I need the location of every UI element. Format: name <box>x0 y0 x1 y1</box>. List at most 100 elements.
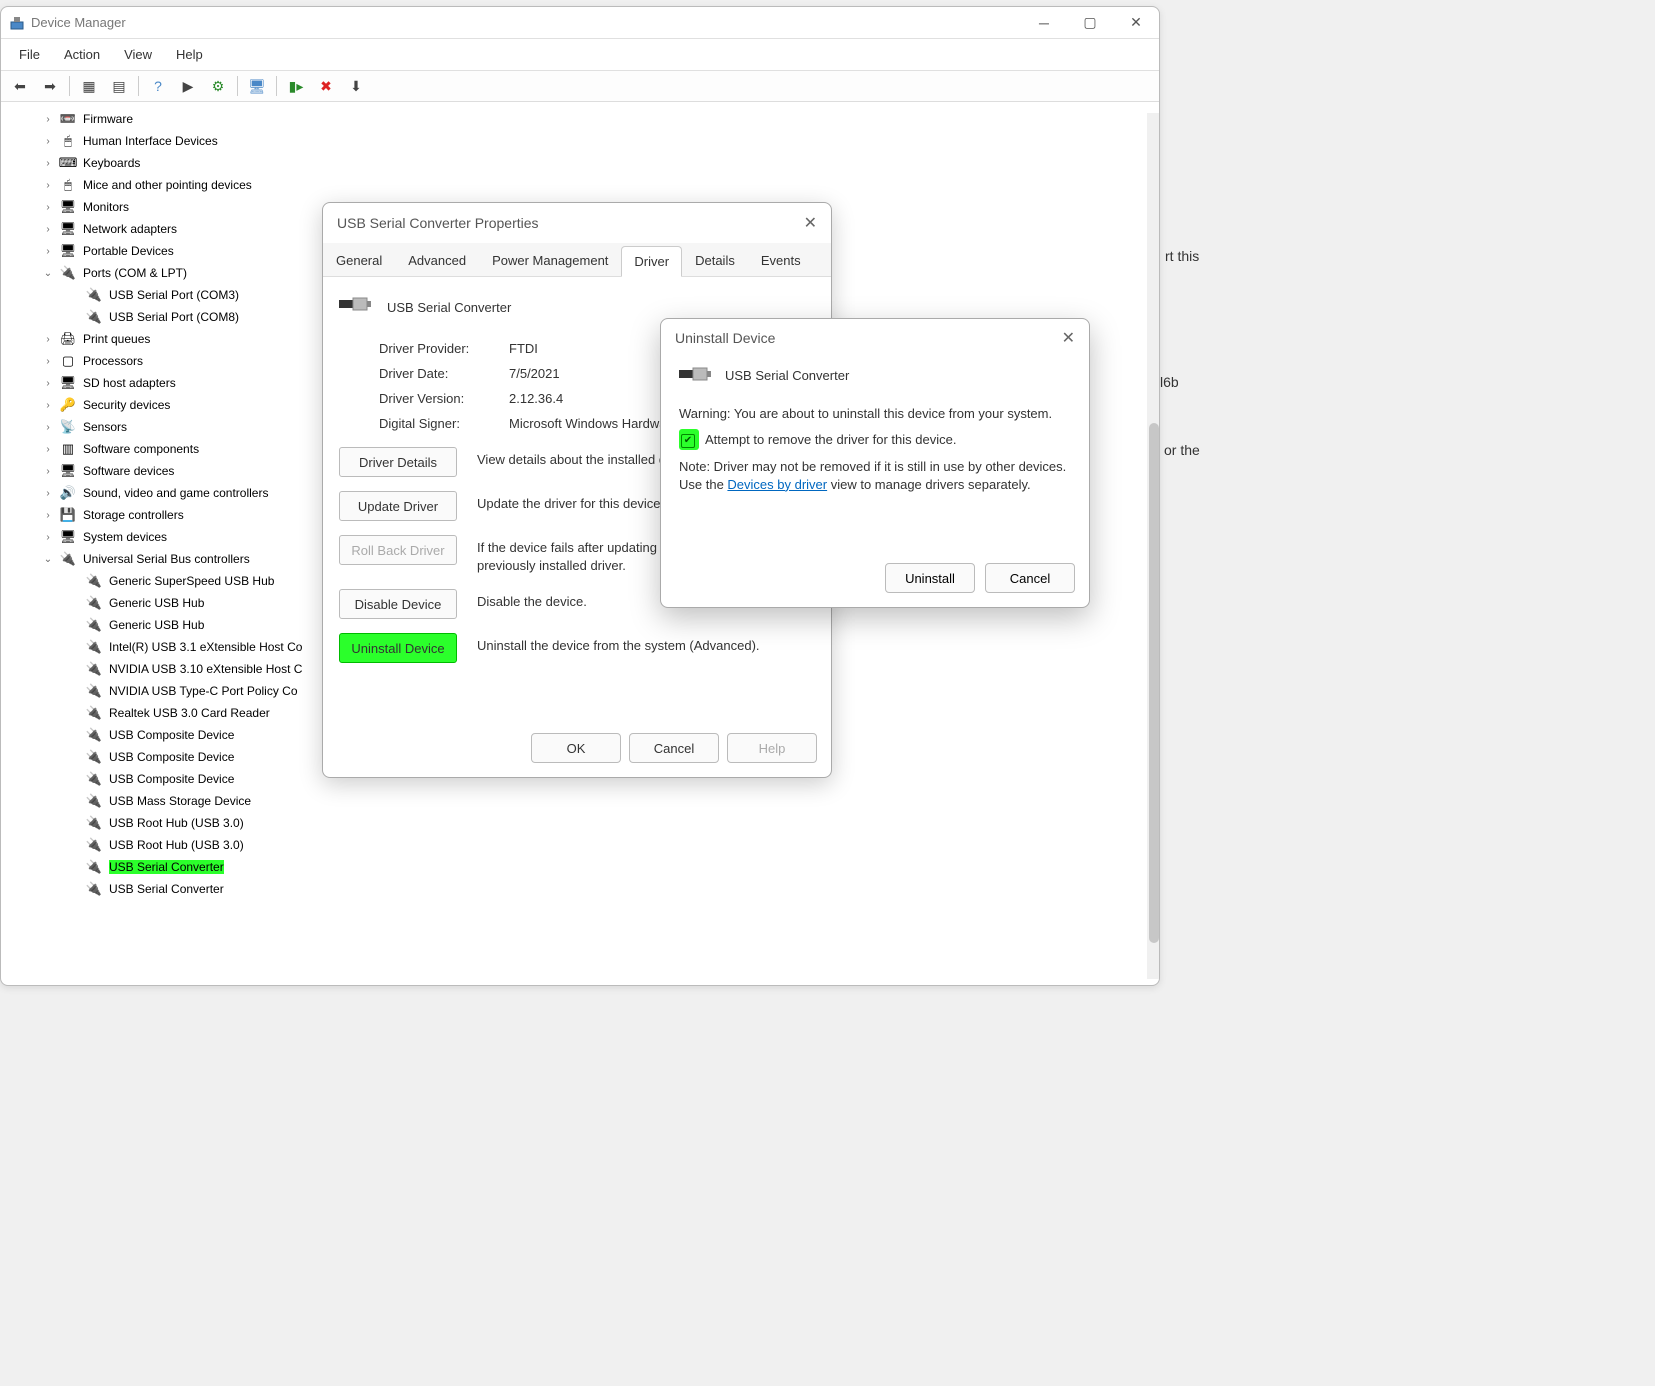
expander-icon[interactable]: › <box>41 376 55 390</box>
tree-item-label: Software devices <box>83 464 174 478</box>
expander-icon[interactable] <box>67 860 81 874</box>
tab-driver[interactable]: Driver <box>621 246 682 277</box>
menu-view[interactable]: View <box>112 43 164 66</box>
tree-item[interactable]: ›⌨Keyboards <box>11 152 1159 174</box>
tree-item-label: Software components <box>83 442 199 456</box>
expander-icon[interactable]: › <box>41 156 55 170</box>
remove-driver-checkbox[interactable]: ✔ <box>681 434 695 448</box>
expander-icon[interactable] <box>67 882 81 896</box>
expander-icon[interactable]: › <box>41 486 55 500</box>
device-icon: 🔌 <box>85 594 103 612</box>
uninstall-button[interactable]: Uninstall <box>885 563 975 593</box>
driver-details-button[interactable]: Driver Details <box>339 447 457 477</box>
back-icon[interactable]: ⬅ <box>7 74 33 98</box>
ok-button[interactable]: OK <box>531 733 621 763</box>
expander-icon[interactable]: › <box>41 508 55 522</box>
tree-item[interactable]: 🔌USB Mass Storage Device <box>11 790 1159 812</box>
usb-plug-icon <box>679 363 711 388</box>
expander-icon[interactable] <box>67 640 81 654</box>
uninstall-icon[interactable]: ✖ <box>313 74 339 98</box>
expander-icon[interactable]: › <box>41 222 55 236</box>
expander-icon[interactable] <box>67 618 81 632</box>
expander-icon[interactable] <box>67 310 81 324</box>
expander-icon[interactable] <box>67 684 81 698</box>
expander-icon[interactable] <box>67 662 81 676</box>
tree-item[interactable]: 🔌USB Serial Converter <box>11 856 1159 878</box>
expander-icon[interactable]: › <box>41 332 55 346</box>
tree-item-label: Storage controllers <box>83 508 184 522</box>
expander-icon[interactable]: › <box>41 178 55 192</box>
device-icon: 🔊 <box>59 484 77 502</box>
close-icon[interactable]: ✕ <box>804 213 817 233</box>
scan-hardware-icon[interactable]: ⬇ <box>343 74 369 98</box>
device-icon: 🔌 <box>85 770 103 788</box>
device-icon: 🖥 <box>59 528 77 546</box>
expander-icon[interactable]: › <box>41 112 55 126</box>
cancel-button[interactable]: Cancel <box>985 563 1075 593</box>
tree-item[interactable]: 🔌USB Root Hub (USB 3.0) <box>11 812 1159 834</box>
device-icon: 🔌 <box>85 814 103 832</box>
expander-icon[interactable]: › <box>41 244 55 258</box>
uninstall-device-button[interactable]: Uninstall Device <box>339 633 457 663</box>
tab-details[interactable]: Details <box>682 245 748 276</box>
expander-icon[interactable] <box>67 772 81 786</box>
tree-item-label: Processors <box>83 354 143 368</box>
cancel-button[interactable]: Cancel <box>629 733 719 763</box>
expander-icon[interactable] <box>67 574 81 588</box>
tree-item[interactable]: ›📼Firmware <box>11 108 1159 130</box>
close-icon[interactable]: ✕ <box>1062 328 1075 348</box>
tab-events[interactable]: Events <box>748 245 814 276</box>
expander-icon[interactable]: ⌄ <box>41 266 55 280</box>
close-button[interactable]: ✕ <box>1113 8 1159 38</box>
expander-icon[interactable] <box>67 706 81 720</box>
properties-icon[interactable]: ▤ <box>106 74 132 98</box>
cropped-text: or the <box>1164 442 1200 458</box>
tree-item[interactable]: 🔌USB Serial Converter <box>11 878 1159 900</box>
help-icon[interactable]: ? <box>145 74 171 98</box>
expander-icon[interactable] <box>67 816 81 830</box>
tree-item[interactable]: 🔌USB Root Hub (USB 3.0) <box>11 834 1159 856</box>
expander-icon[interactable] <box>67 596 81 610</box>
scrollbar[interactable] <box>1147 113 1159 979</box>
expander-icon[interactable]: › <box>41 442 55 456</box>
enable-icon[interactable]: ▮▸ <box>283 74 309 98</box>
tree-item-label: USB Composite Device <box>109 750 234 764</box>
menu-file[interactable]: File <box>7 43 52 66</box>
expander-icon[interactable]: › <box>41 530 55 544</box>
devices-by-driver-link[interactable]: Devices by driver <box>727 477 827 492</box>
scroll-thumb[interactable] <box>1149 423 1159 943</box>
menu-help[interactable]: Help <box>164 43 215 66</box>
forward-icon[interactable]: ➡ <box>37 74 63 98</box>
tree-item[interactable]: ›🖱Human Interface Devices <box>11 130 1159 152</box>
scan-icon[interactable]: ▶ <box>175 74 201 98</box>
expander-icon[interactable] <box>67 838 81 852</box>
cropped-text: rt this <box>1165 248 1199 264</box>
menu-action[interactable]: Action <box>52 43 112 66</box>
add-legacy-icon[interactable]: ⚙ <box>205 74 231 98</box>
expander-icon[interactable] <box>67 750 81 764</box>
update-driver-icon[interactable]: 🖥 <box>244 74 270 98</box>
expander-icon[interactable]: › <box>41 464 55 478</box>
minimize-button[interactable]: ─ <box>1021 8 1067 38</box>
tree-item-label: Mice and other pointing devices <box>83 178 252 192</box>
tree-item[interactable]: ›🖱Mice and other pointing devices <box>11 174 1159 196</box>
show-hidden-icon[interactable]: ▦ <box>76 74 102 98</box>
tab-advanced[interactable]: Advanced <box>395 245 479 276</box>
tab-power[interactable]: Power Management <box>479 245 621 276</box>
expander-icon[interactable]: › <box>41 200 55 214</box>
expander-icon[interactable]: › <box>41 134 55 148</box>
expander-icon[interactable] <box>67 728 81 742</box>
update-driver-button[interactable]: Update Driver <box>339 491 457 521</box>
expander-icon[interactable] <box>67 288 81 302</box>
expander-icon[interactable] <box>67 794 81 808</box>
disable-device-button[interactable]: Disable Device <box>339 589 457 619</box>
device-icon: 🖥 <box>59 198 77 216</box>
maximize-button[interactable]: ▢ <box>1067 8 1113 38</box>
expander-icon[interactable]: › <box>41 354 55 368</box>
tab-general[interactable]: General <box>323 245 395 276</box>
dialog-buttons: Uninstall Cancel <box>885 563 1075 593</box>
expander-icon[interactable]: › <box>41 398 55 412</box>
expander-icon[interactable]: › <box>41 420 55 434</box>
expander-icon[interactable]: ⌄ <box>41 552 55 566</box>
tree-item-label: Portable Devices <box>83 244 174 258</box>
